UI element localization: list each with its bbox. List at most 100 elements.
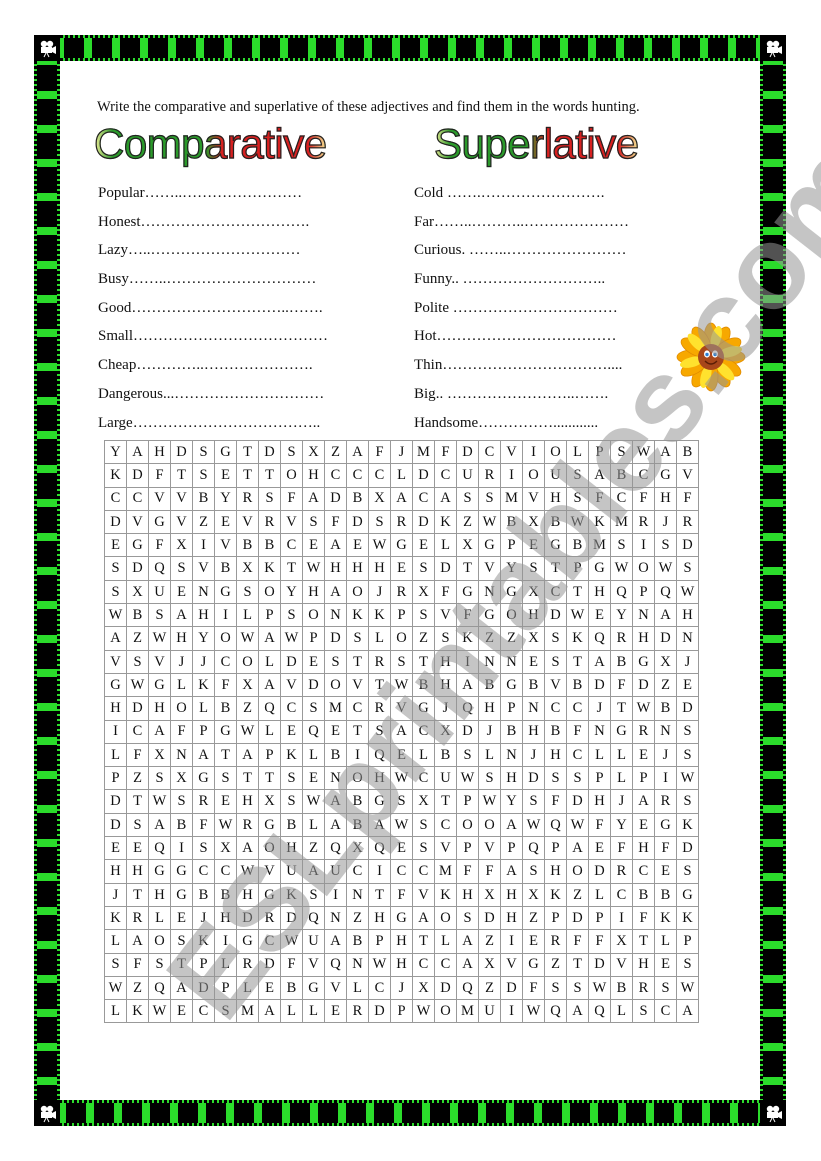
grid-cell[interactable]: D [500,975,523,1001]
grid-cell[interactable]: Q [324,836,347,861]
grid-cell[interactable]: Z [456,509,479,535]
grid-cell[interactable]: Z [654,672,677,698]
grid-cell[interactable]: S [302,882,325,907]
grid-cell[interactable]: B [346,812,369,838]
grid-cell[interactable]: X [522,626,545,651]
grid-cell[interactable]: C [192,999,215,1024]
grid-cell[interactable]: D [170,439,193,465]
grid-cell[interactable]: F [588,486,611,511]
grid-cell[interactable]: S [478,486,501,511]
grid-cell[interactable]: L [390,463,413,488]
grid-cell[interactable]: V [170,509,193,535]
grid-cell[interactable]: P [588,905,611,931]
grid-cell[interactable]: Z [324,439,347,465]
grid-cell[interactable]: S [148,603,171,628]
grid-cell[interactable]: C [434,952,457,977]
grid-cell[interactable]: D [104,789,127,814]
grid-cell[interactable]: Z [500,626,523,651]
grid-cell[interactable]: E [302,649,325,674]
grid-cell[interactable]: X [170,766,193,791]
grid-cell[interactable]: D [676,836,699,861]
grid-cell[interactable]: G [104,672,127,698]
grid-cell[interactable]: W [566,812,589,838]
grid-cell[interactable]: X [302,439,325,465]
grid-cell[interactable]: G [214,439,237,465]
grid-cell[interactable]: W [588,975,611,1001]
grid-cell[interactable]: S [632,999,655,1024]
grid-cell[interactable]: I [368,859,391,884]
grid-cell[interactable]: H [544,486,567,511]
grid-cell[interactable]: I [500,463,523,488]
grid-cell[interactable]: W [522,999,545,1024]
grid-cell[interactable]: P [588,766,611,791]
grid-cell[interactable]: B [566,672,589,698]
grid-cell[interactable]: G [302,975,325,1001]
grid-cell[interactable]: R [236,486,259,511]
grid-cell[interactable]: G [126,533,149,558]
grid-cell[interactable]: F [434,439,457,465]
grid-cell[interactable]: O [478,812,501,838]
grid-cell[interactable]: D [258,439,281,465]
grid-cell[interactable]: W [148,999,171,1024]
grid-cell[interactable]: C [632,859,655,884]
grid-cell[interactable]: O [544,439,567,465]
grid-cell[interactable]: Z [126,975,149,1001]
grid-cell[interactable]: K [456,626,479,651]
grid-cell[interactable]: O [522,463,545,488]
grid-cell[interactable]: D [324,486,347,511]
grid-cell[interactable]: S [566,766,589,791]
grid-cell[interactable]: I [324,882,347,907]
grid-cell[interactable]: V [236,509,259,535]
grid-cell[interactable]: B [676,439,699,465]
grid-cell[interactable]: F [390,882,413,907]
grid-cell[interactable]: D [104,509,127,535]
grid-cell[interactable]: F [148,463,171,488]
grid-cell[interactable]: Z [192,509,215,535]
grid-cell[interactable]: P [258,603,281,628]
grid-cell[interactable]: F [214,672,237,698]
grid-cell[interactable]: B [412,672,435,698]
grid-cell[interactable]: S [654,975,677,1001]
grid-cell[interactable]: H [588,579,611,605]
grid-cell[interactable]: A [390,719,413,744]
grid-cell[interactable]: L [478,742,501,768]
grid-cell[interactable]: U [478,999,501,1024]
grid-cell[interactable]: P [500,836,523,861]
grid-cell[interactable]: H [236,882,259,907]
grid-cell[interactable]: L [258,719,281,744]
grid-cell[interactable]: C [368,975,391,1001]
grid-cell[interactable]: K [544,882,567,907]
grid-cell[interactable]: E [522,533,545,558]
grid-cell[interactable]: L [258,649,281,674]
grid-cell[interactable]: G [390,905,413,931]
grid-cell[interactable]: S [148,952,171,977]
grid-cell[interactable]: D [676,533,699,558]
grid-cell[interactable]: P [302,626,325,651]
grid-cell[interactable]: B [346,789,369,814]
grid-cell[interactable]: A [456,672,479,698]
grid-cell[interactable]: R [478,463,501,488]
grid-cell[interactable]: W [148,626,171,651]
grid-cell[interactable]: S [610,533,633,558]
grid-cell[interactable]: P [588,439,611,465]
grid-cell[interactable]: J [434,696,457,721]
grid-cell[interactable]: N [346,952,369,977]
grid-cell[interactable]: K [192,672,215,698]
grid-cell[interactable]: Q [258,696,281,721]
answer-blank[interactable]: ……..………..………………… [434,214,629,230]
grid-cell[interactable]: L [302,742,325,768]
grid-cell[interactable]: I [610,905,633,931]
grid-cell[interactable]: W [412,999,435,1024]
grid-cell[interactable]: Z [302,836,325,861]
grid-cell[interactable]: H [104,859,127,884]
grid-cell[interactable]: E [104,836,127,861]
grid-cell[interactable]: S [566,975,589,1001]
grid-cell[interactable]: S [610,439,633,465]
grid-cell[interactable]: D [236,905,259,931]
grid-cell[interactable]: L [192,696,215,721]
grid-cell[interactable]: N [500,742,523,768]
grid-cell[interactable]: X [412,789,435,814]
grid-cell[interactable]: L [346,975,369,1001]
grid-cell[interactable]: S [148,766,171,791]
grid-cell[interactable]: G [544,533,567,558]
